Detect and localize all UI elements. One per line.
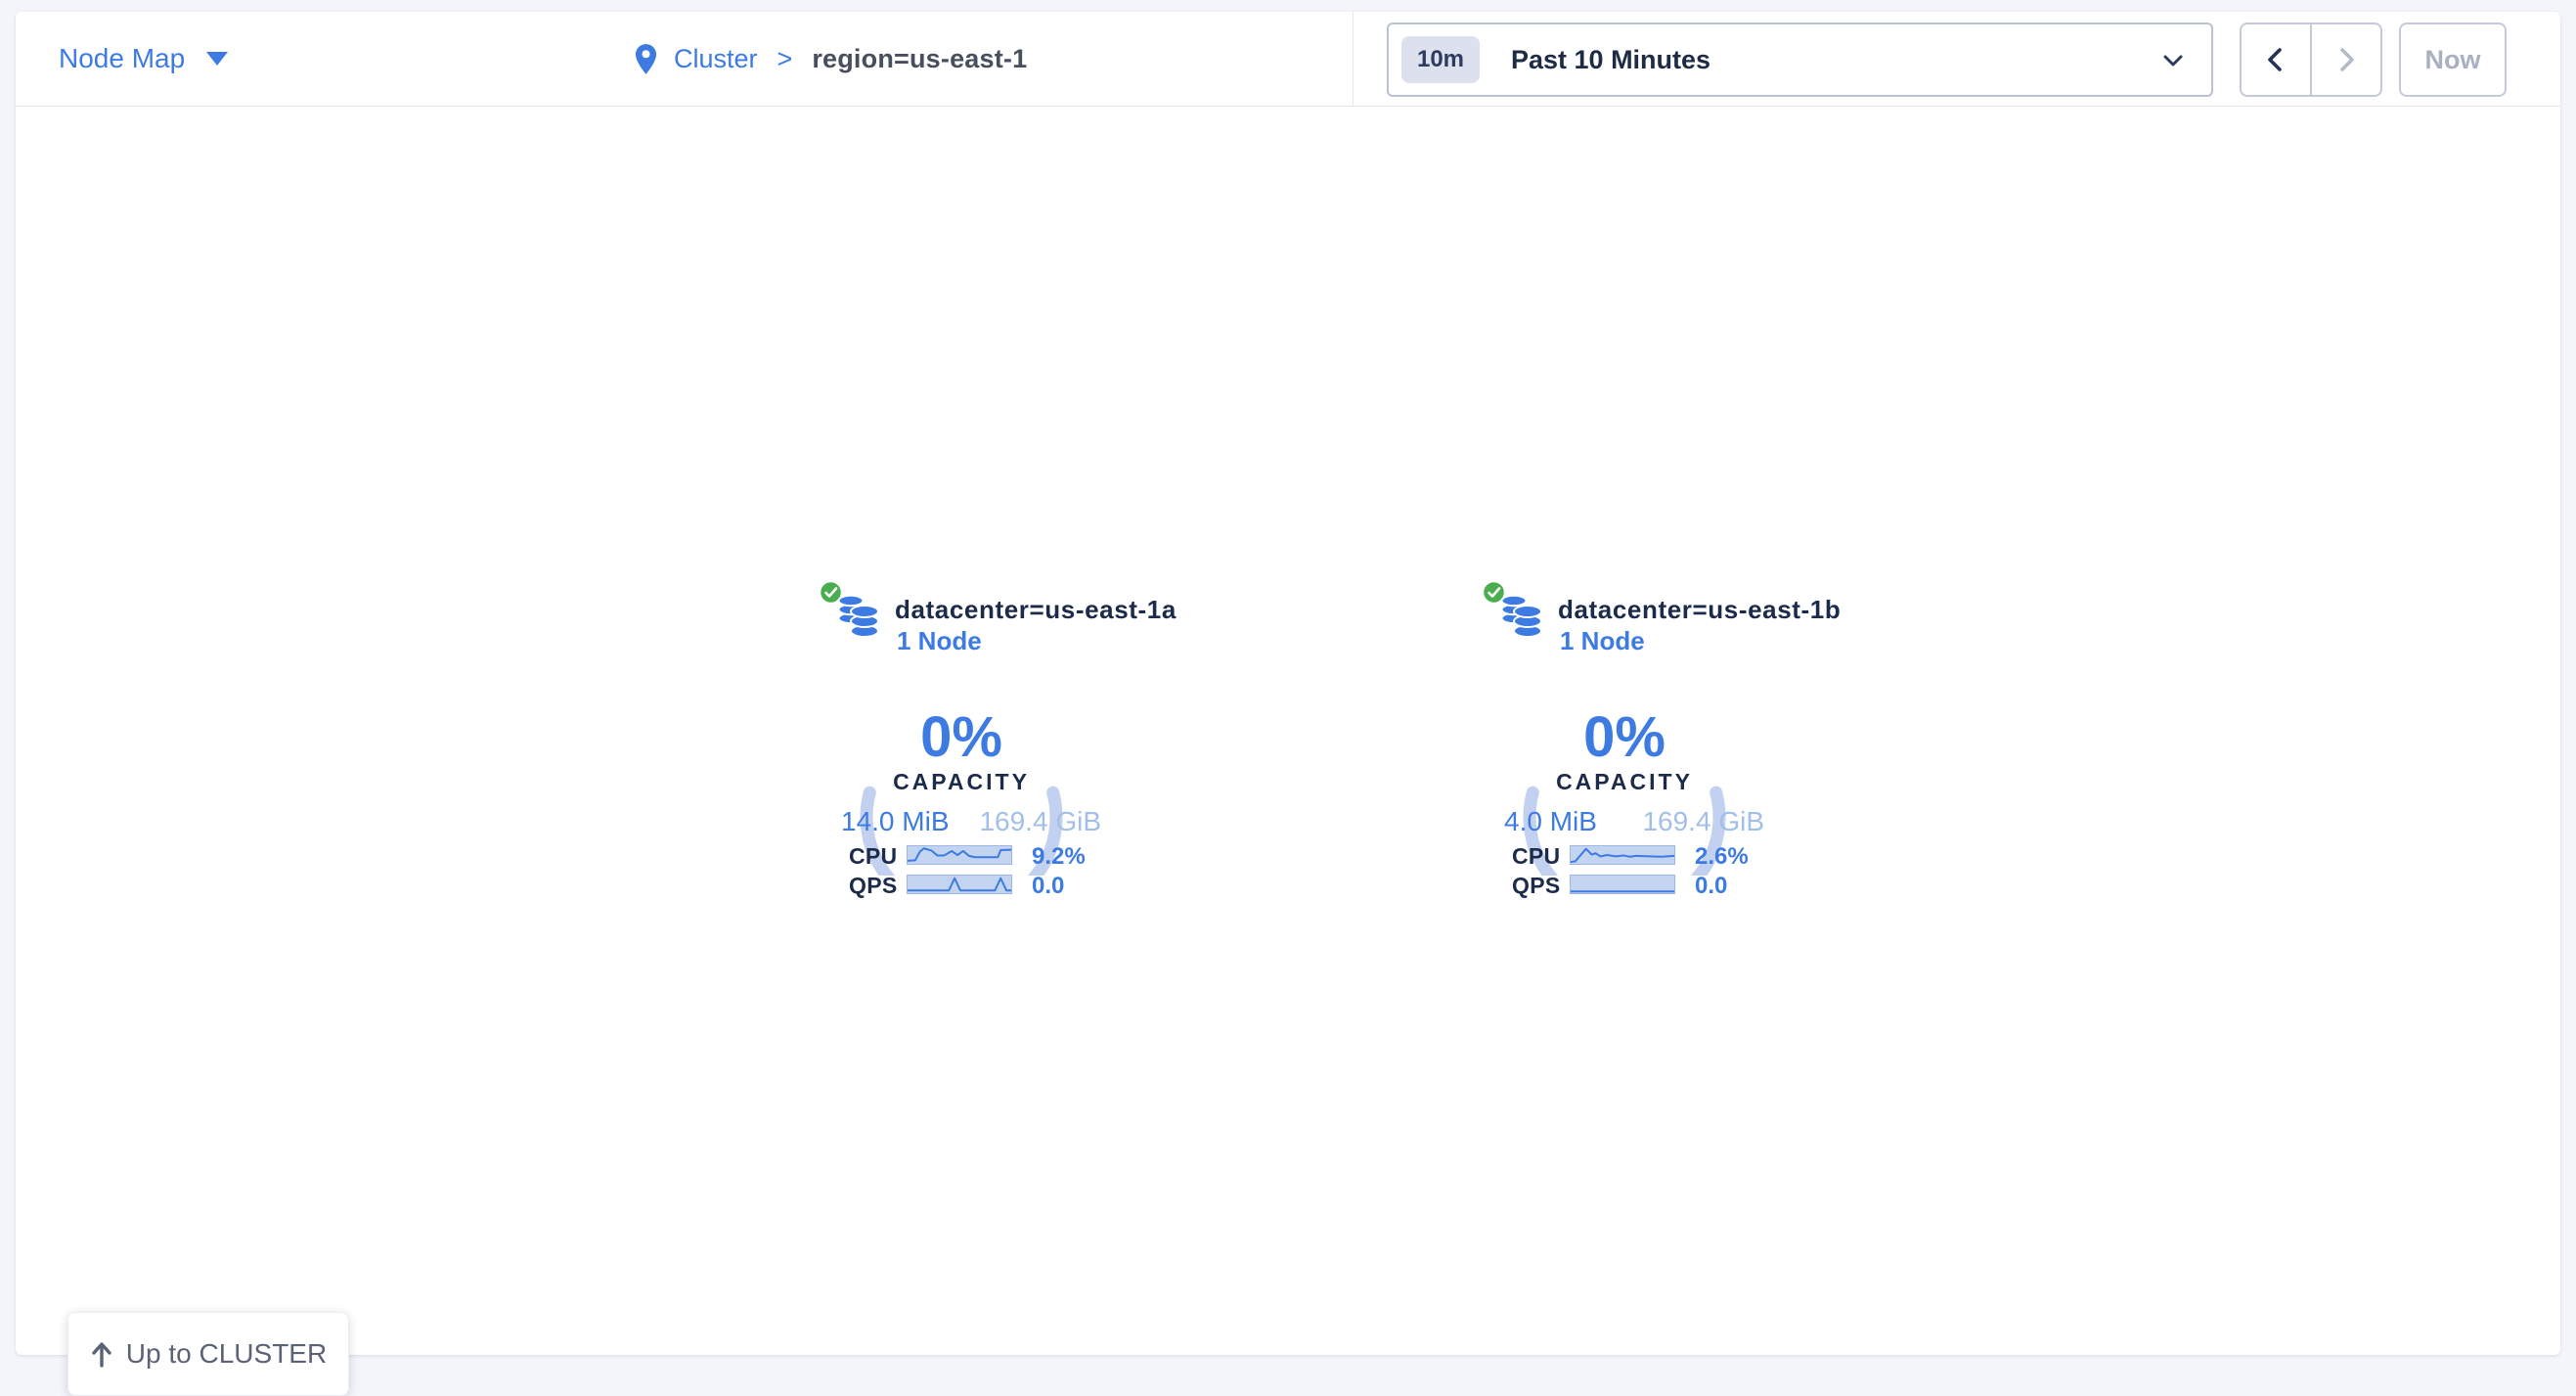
cpu-sparkline [1570,845,1675,865]
time-range-label: Past 10 Minutes [1511,45,1710,75]
metric-value: 0.0 [1032,873,1064,900]
chevron-down-icon [2160,48,2186,73]
metric-row-qps: QPS 0.0 [849,875,1105,894]
time-range-badge: 10m [1401,36,1480,83]
time-prev-button[interactable] [2242,24,2312,95]
database-stack-icon [836,593,881,642]
metric-value: 2.6% [1695,843,1749,871]
time-next-button[interactable] [2312,24,2380,95]
breadcrumb-cluster-link[interactable]: Cluster [674,44,758,74]
location-pin-icon [635,41,657,77]
header-divider [1353,12,1354,106]
qps-sparkline [907,875,1012,894]
metric-row-cpu: CPU 2.6% [1512,845,1768,865]
breadcrumb-current: region=us-east-1 [812,44,1027,74]
time-now-button[interactable]: Now [2399,23,2507,97]
capacity-total: 169.4 GiB [1642,806,1764,837]
metric-row-cpu: CPU 9.2% [849,845,1105,865]
capacity-used: 14.0 MiB [841,806,950,837]
capacity-percent: 0% [1517,704,1732,770]
capacity-label: CAPACITY [1502,769,1747,795]
breadcrumb: Cluster > region=us-east-1 [635,12,1027,106]
metric-row-qps: QPS 0.0 [1512,875,1768,894]
caret-down-icon [206,52,228,66]
qps-sparkline [1570,875,1675,894]
arrow-up-icon [90,1340,113,1368]
map-area: datacenter=us-east-1a 1 Node 0% CAPACITY… [16,107,2560,1355]
datacenter-card-us-east-1b[interactable]: datacenter=us-east-1b 1 Node 0% CAPACITY… [1483,577,1768,902]
node-count[interactable]: 1 Node [897,626,982,656]
datacenter-title[interactable]: datacenter=us-east-1a [895,595,1177,625]
metric-label: CPU [1512,843,1560,870]
node-map-view: Node Map Cluster > region=us-east-1 10m … [16,12,2560,1355]
view-selector-label[interactable]: Node Map [59,43,185,74]
datacenter-card-us-east-1a[interactable]: datacenter=us-east-1a 1 Node 0% CAPACITY… [820,577,1105,902]
header: Node Map Cluster > region=us-east-1 10m … [16,12,2560,107]
chevron-left-icon [2261,45,2290,74]
cpu-sparkline [907,845,1012,865]
view-selector-dropdown[interactable]: Node Map [59,12,228,106]
datacenter-title[interactable]: datacenter=us-east-1b [1558,595,1841,625]
chevron-right-icon [2332,45,2361,74]
metric-value: 0.0 [1695,873,1727,900]
up-to-cluster-button[interactable]: Up to CLUSTER [67,1312,349,1396]
metric-label: QPS [849,873,897,899]
node-count[interactable]: 1 Node [1560,626,1645,656]
database-stack-icon [1499,593,1544,642]
metric-label: CPU [849,843,897,870]
capacity-total: 169.4 GiB [979,806,1101,837]
capacity-used: 4.0 MiB [1504,806,1597,837]
capacity-percent: 0% [854,704,1069,770]
time-range-dropdown[interactable]: 10m Past 10 Minutes [1387,23,2213,97]
capacity-label: CAPACITY [839,769,1084,795]
time-step-button-group [2240,23,2382,97]
metric-value: 9.2% [1032,843,1086,871]
metric-label: QPS [1512,873,1560,899]
up-to-cluster-label: Up to CLUSTER [126,1338,327,1370]
breadcrumb-separator: > [777,44,793,74]
